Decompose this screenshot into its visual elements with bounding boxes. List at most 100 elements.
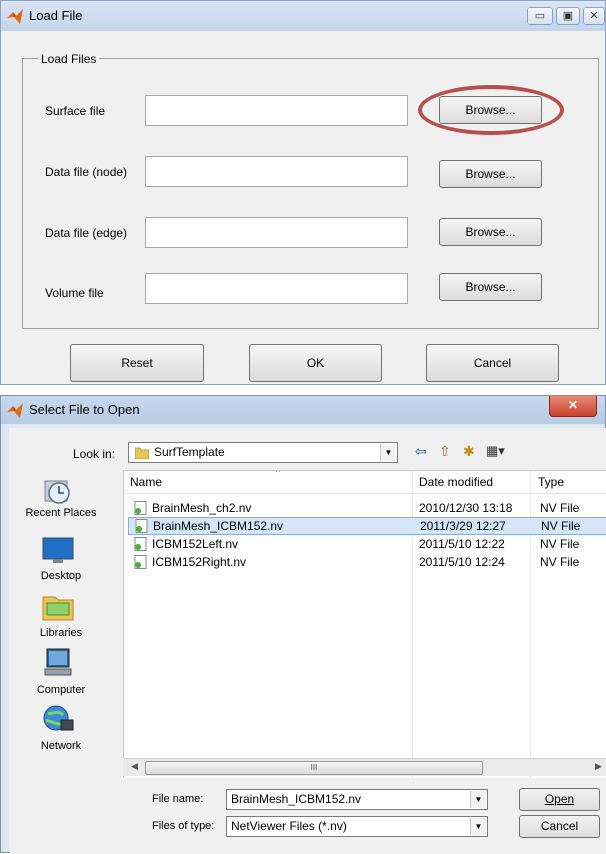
libraries-icon — [42, 596, 74, 621]
surface-file-label: Surface file — [45, 104, 106, 118]
open-cancel-button[interactable]: Cancel — [519, 815, 600, 838]
file-row[interactable]: ICBM152Left.nv 2011/5/10 12:22 NV File — [128, 535, 606, 553]
computer-icon — [44, 648, 72, 676]
load-cancel-button[interactable]: Cancel — [426, 344, 559, 382]
column-header-type[interactable]: Type — [538, 475, 564, 489]
ok-button[interactable]: OK — [249, 344, 382, 382]
nv-file-icon — [134, 537, 147, 551]
volume-browse-label: Browse... — [465, 280, 516, 294]
network-icon — [43, 705, 74, 731]
place-network[interactable]: Network — [1, 700, 121, 756]
place-recent[interactable]: Recent Places — [1, 471, 121, 527]
file-name-dropdown-icon[interactable]: ▼ — [470, 791, 486, 808]
data-node-browse-label: Browse... — [465, 167, 516, 181]
file-name-label: File name: — [152, 793, 204, 805]
place-desktop[interactable]: Desktop — [1, 532, 121, 588]
file-type: NV File — [540, 501, 580, 515]
look-in-value: SurfTemplate — [154, 445, 225, 459]
file-name-combo[interactable]: BrainMesh_ICBM152.nv ▼ — [226, 789, 488, 810]
file-date: 2010/12/30 13:18 — [419, 501, 513, 515]
scroll-right-icon[interactable]: ▶ — [595, 761, 602, 772]
volume-browse-button[interactable]: Browse... — [439, 273, 542, 301]
look-in-dropdown-icon[interactable]: ▼ — [380, 444, 396, 461]
place-libraries[interactable]: Libraries — [1, 588, 121, 644]
horizontal-scrollbar[interactable]: ◀ III ▶ — [123, 758, 606, 776]
open-close-icon: ✕ — [567, 398, 579, 412]
matlab-logo-icon — [7, 9, 23, 24]
desktop-label: Desktop — [40, 570, 82, 582]
recent-places-label: Recent Places — [25, 507, 97, 519]
file-date: 2011/5/10 12:24 — [419, 555, 505, 569]
file-date: 2011/3/29 12:27 — [420, 519, 506, 533]
volume-file-field[interactable] — [145, 273, 408, 304]
surface-file-field[interactable] — [145, 95, 408, 126]
desktop-icon — [42, 537, 74, 563]
file-name: BrainMesh_ch2.nv — [152, 501, 252, 515]
data-file-edge-field[interactable] — [145, 217, 408, 248]
file-row[interactable]: BrainMesh_ch2.nv 2010/12/30 13:18 NV Fil… — [128, 499, 606, 517]
scroll-left-icon[interactable]: ◀ — [131, 761, 138, 772]
back-icon[interactable]: ⇦ — [415, 443, 427, 460]
sort-arrow-icon: ^ — [276, 470, 280, 477]
maximize-icon: ▣ — [562, 10, 574, 22]
file-date: 2011/5/10 12:22 — [419, 537, 505, 551]
open-file-titlebar[interactable]: Select File to Open ✕ — [1, 396, 605, 424]
volume-file-label: Volume file — [45, 286, 104, 300]
minimize-button[interactable]: ▭ — [527, 7, 553, 25]
open-label: Open — [544, 792, 575, 806]
load-files-group-title: Load Files — [38, 52, 100, 66]
nv-file-icon — [134, 555, 147, 569]
file-row-selected[interactable]: BrainMesh_ICBM152.nv 2011/3/29 12:27 NV … — [128, 517, 606, 535]
column-header-date[interactable]: Date modified — [419, 475, 493, 489]
place-computer[interactable]: Computer — [1, 644, 121, 700]
load-cancel-label: Cancel — [473, 356, 512, 370]
file-type: NV File — [540, 555, 580, 569]
ok-label: OK — [306, 356, 325, 370]
file-type: NV File — [541, 519, 581, 533]
load-file-titlebar[interactable]: Load File ▭ ▣ ✕ — [1, 1, 605, 31]
file-type-label: Files of type: — [152, 820, 215, 832]
file-type-combo[interactable]: NetViewer Files (*.nv) ▼ — [226, 816, 488, 837]
file-type: NV File — [540, 537, 580, 551]
data-node-browse-button[interactable]: Browse... — [439, 160, 542, 188]
load-file-window: Load File ▭ ▣ ✕ Load Files Surface file … — [0, 0, 606, 385]
open-button[interactable]: Open — [519, 788, 600, 811]
data-edge-browse-button[interactable]: Browse... — [439, 218, 542, 246]
file-type-dropdown-icon[interactable]: ▼ — [470, 818, 486, 835]
recent-places-icon — [44, 480, 70, 504]
nv-file-icon — [135, 519, 148, 533]
file-row[interactable]: ICBM152Right.nv 2011/5/10 12:24 NV File — [128, 553, 606, 571]
file-name-input[interactable]: BrainMesh_ICBM152.nv — [231, 792, 361, 806]
look-in-combo[interactable]: SurfTemplate ▼ — [128, 442, 398, 463]
file-name: ICBM152Left.nv — [152, 537, 239, 551]
reset-button[interactable]: Reset — [70, 344, 204, 382]
scroll-thumb[interactable]: III — [145, 761, 483, 775]
new-folder-icon[interactable]: ✱ — [463, 443, 475, 460]
reset-label: Reset — [121, 356, 153, 370]
data-edge-browse-label: Browse... — [465, 225, 516, 239]
column-header-row — [124, 471, 606, 494]
close-button[interactable]: ✕ — [583, 7, 605, 25]
open-file-window: Select File to Open ✕ Look in: SurfTempl… — [0, 395, 606, 854]
file-type-value: NetViewer Files (*.nv) — [231, 819, 347, 833]
folder-icon — [135, 447, 149, 459]
look-in-label: Look in: — [73, 447, 116, 461]
close-icon: ✕ — [589, 10, 599, 22]
highlight-ellipse — [418, 85, 564, 135]
open-file-title: Select File to Open — [29, 402, 140, 417]
file-name: ICBM152Right.nv — [152, 555, 247, 569]
maximize-button[interactable]: ▣ — [556, 7, 580, 25]
view-menu-icon[interactable]: ▦▾ — [486, 443, 505, 459]
up-folder-icon[interactable]: ⇧ — [439, 443, 451, 460]
network-label: Network — [40, 740, 82, 752]
data-file-node-label: Data file (node) — [45, 165, 128, 179]
open-cancel-label: Cancel — [540, 819, 579, 833]
scroll-grip-icon: III — [310, 763, 318, 772]
open-close-button[interactable]: ✕ — [549, 396, 597, 417]
libraries-label: Libraries — [39, 627, 83, 639]
column-header-name[interactable]: Name — [130, 475, 162, 489]
load-file-title: Load File — [29, 8, 83, 23]
data-file-node-field[interactable] — [145, 156, 408, 187]
file-name: BrainMesh_ICBM152.nv — [153, 519, 284, 533]
matlab-logo-icon-2 — [7, 403, 23, 418]
